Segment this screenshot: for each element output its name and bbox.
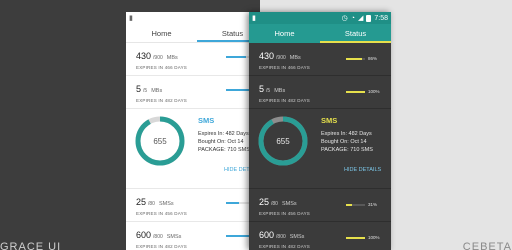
usage-progress-bar [346, 236, 365, 239]
alarm-icon: ◷ [341, 15, 348, 22]
status-bar: ▮ [126, 12, 268, 24]
usage-card-sms-1: 25 /80 SMSs EXPIRES IN 456 DAYS 31% [249, 189, 391, 222]
wifi-icon: ◔ [350, 14, 355, 22]
usage-percent: 100% [368, 89, 380, 94]
usage-unit: MBs [289, 55, 301, 61]
usage-card-sms-2: 600 /800 SMSs EXPIRES IN 482 DAYS 100% [249, 222, 391, 250]
sms-donut-value: 655 [276, 136, 290, 146]
usage-expiry: EXPIRES IN 482 DAYS [259, 98, 310, 103]
light-theme-phone: ▮ Home Status 430 /900 MBs EXPIRES IN 46… [126, 12, 268, 250]
usage-unit: MBs [151, 88, 163, 94]
usage-card-sms-2: 600 /800 SMSs EXPIRES IN 482 DAYS [126, 222, 268, 250]
usage-unit: MBs [274, 88, 286, 94]
usage-total: /5 [143, 88, 148, 94]
usage-percent: 100% [368, 235, 380, 240]
tab-home[interactable]: Home [126, 24, 197, 42]
usage-total: /800 [153, 234, 163, 240]
sms-detail-card: 655 SMS Expires In: 482 Days Bought On: … [249, 109, 391, 189]
notification-icon: ▮ [252, 15, 256, 22]
usage-value: 25 [259, 197, 270, 207]
usage-value: 25 [136, 197, 147, 207]
tab-status[interactable]: Status [320, 24, 391, 43]
usage-card-data-1: 430 /900 MBs EXPIRES IN 466 DAYS [126, 43, 268, 76]
sms-expires: Expires In: 482 Days [321, 131, 372, 137]
usage-card-sms-1: 25 /80 SMSs EXPIRES IN 456 DAYS [126, 189, 268, 222]
sms-title: SMS [321, 116, 338, 125]
usage-value: 600 [259, 230, 275, 240]
dark-theme-phone: ▮ ◷ ◔ ◢ 7:58 Home Status 430 /900 MBs EX… [249, 12, 391, 250]
usage-progress-bar [346, 57, 365, 60]
usage-unit: SMSs [166, 234, 182, 240]
left-theme-caption: GRACE UI [0, 241, 62, 250]
usage-card-data-2: 5 /5 MBs EXPIRES IN 482 DAYS [126, 76, 268, 109]
usage-unit: SMSs [158, 201, 174, 207]
usage-value: 430 [136, 51, 152, 61]
usage-value: 600 [136, 230, 152, 240]
sms-title: SMS [198, 116, 215, 125]
usage-value: 5 [259, 84, 265, 94]
usage-progress-bar [346, 90, 365, 93]
notification-icon: ▮ [129, 15, 133, 22]
tab-bar: Home Status [126, 24, 268, 43]
usage-value: 430 [259, 51, 275, 61]
battery-icon [366, 14, 372, 22]
usage-total: /80 [271, 201, 278, 207]
usage-total: /900 [276, 55, 286, 61]
usage-expiry: EXPIRES IN 482 DAYS [259, 244, 310, 249]
sms-info: Expires In: 482 Days Bought On: Oct 14 P… [321, 130, 373, 155]
sms-expires: Expires In: 482 Days [198, 131, 249, 137]
sms-detail-card: 655 SMS Expires In: 482 Days Bought On: … [126, 109, 268, 189]
usage-total: /80 [148, 201, 155, 207]
sms-package: PACKAGE: 710 SMS [321, 147, 373, 154]
usage-expiry: EXPIRES IN 456 DAYS [259, 211, 310, 216]
signal-icon: ◢ [357, 15, 364, 22]
sms-package: PACKAGE: 710 SMS [198, 147, 250, 154]
sms-bought: Bought On: Oct 14 [321, 139, 367, 146]
usage-percent: 86% [368, 56, 378, 61]
usage-unit: SMSs [289, 234, 305, 240]
usage-total: /800 [276, 234, 286, 240]
tab-home[interactable]: Home [249, 24, 320, 43]
sms-bought: Bought On: Oct 14 [198, 139, 244, 146]
usage-total: /5 [266, 88, 271, 94]
usage-progress-bar [346, 203, 365, 206]
status-time: 7:58 [374, 14, 388, 22]
sms-donut-value: 655 [153, 136, 167, 146]
sms-info: Expires In: 482 Days Bought On: Oct 14 P… [198, 130, 250, 155]
usage-percent: 31% [368, 202, 378, 207]
usage-expiry: EXPIRES IN 466 DAYS [259, 65, 310, 70]
usage-card-data-1: 430 /900 MBs EXPIRES IN 466 DAYS 86% [249, 43, 391, 76]
tab-bar: Home Status [249, 24, 391, 43]
status-bar: ▮ ◷ ◔ ◢ 7:58 [249, 12, 391, 24]
usage-total: /900 [153, 55, 163, 61]
right-theme-caption: CEBETA [462, 241, 512, 250]
usage-value: 5 [136, 84, 142, 94]
usage-unit: MBs [166, 55, 178, 61]
usage-card-data-2: 5 /5 MBs EXPIRES IN 482 DAYS 100% [249, 76, 391, 109]
hide-details-link[interactable]: HIDE DETAILS [344, 167, 381, 173]
usage-unit: SMSs [281, 201, 297, 207]
